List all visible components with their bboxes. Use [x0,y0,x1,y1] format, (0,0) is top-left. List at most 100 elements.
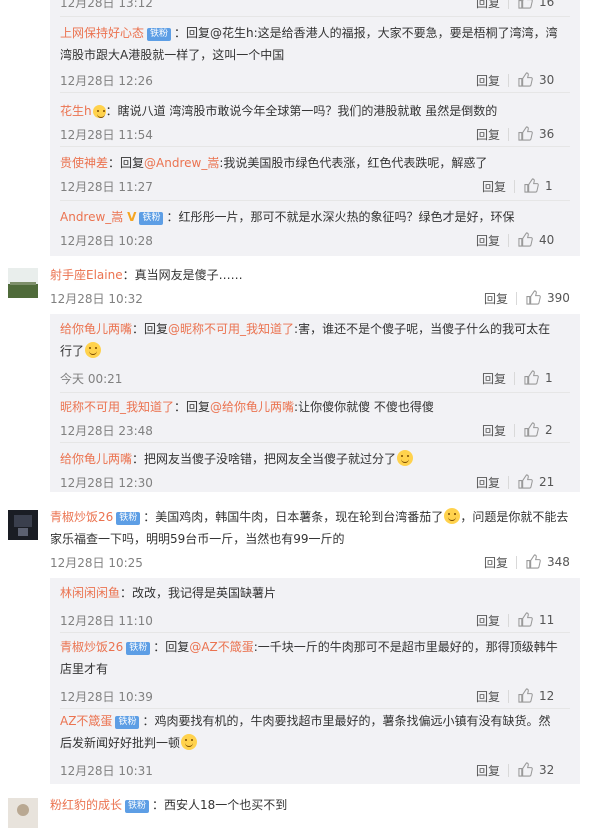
comment-text: 射手座Elaine：真当网友是傻子…… [50,268,243,282]
thumbs-up-icon [526,554,541,569]
fan-badge: 铁粉 [115,716,140,729]
avatar[interactable] [8,510,38,540]
user-link[interactable]: 贵使神差 [60,156,108,170]
like-button[interactable]: 2 [524,422,553,437]
divider [60,200,570,201]
reply-text: 贵使神差：回复@Andrew_嵩:我说美国股市绿色代表涨，红色代表跌呢，解惑了 [60,156,488,170]
avatar[interactable] [8,798,38,828]
action-divider [514,372,515,385]
verified-icon: V [127,210,137,224]
mention-link[interactable]: @Andrew_嵩 [144,156,219,170]
reply-text: 青椒炒饭26 铁粉 ：回复@AZ不箴蛋:一千块一斤的牛肉那可不是超市里最好的，那得顶… [60,640,558,676]
reply-meta: 12月28日 11:10 回复 11 [50,612,580,630]
like-button[interactable]: 16 [518,0,554,9]
action-divider [516,292,517,305]
avatar[interactable] [8,268,38,298]
user-link[interactable]: Andrew_嵩 [60,210,123,224]
like-count: 2 [545,423,553,437]
reply-button[interactable]: 回复 [482,370,506,387]
divider [60,146,570,147]
reply-button[interactable]: 回复 [476,72,500,89]
like-button[interactable]: 390 [526,290,570,305]
user-link[interactable]: 林闲闲闲鱼 [60,586,120,600]
thumbs-up-icon [524,370,539,385]
like-button[interactable]: 40 [518,232,554,247]
reply-time: 12月28日 11:54 [60,128,153,142]
like-button[interactable]: 30 [518,72,554,87]
like-count: 11 [539,613,555,627]
fan-badge: 铁粉 [116,512,141,525]
action-divider [508,234,509,247]
like-button[interactable]: 1 [524,370,553,385]
thumbs-up-icon [518,232,533,247]
reply-time: 12月28日 23:48 [60,424,153,438]
like-button[interactable]: 36 [518,126,554,141]
thumbs-up-icon [518,474,533,489]
reply-button[interactable]: 回复 [476,612,500,629]
like-button[interactable]: 12 [518,688,554,703]
reply-meta: 12月28日 11:54 回复 36 [50,126,580,144]
reply-button[interactable]: 回复 [476,762,500,779]
reply-button[interactable]: 回复 [476,688,500,705]
like-button[interactable]: 32 [518,762,554,777]
reply-meta: 12月28日 13:12 回复 16 [50,0,580,12]
like-count: 16 [539,0,555,9]
action-divider [508,0,509,9]
user-link[interactable]: 青椒炒饭26 [50,510,113,524]
reply-button[interactable]: 回复 [482,422,506,439]
reply-text: 上网保持好心态 铁粉 ：回复@花生h:这是给香港人的福报，大家不要急，要是梧桐了湾湾… [60,26,558,62]
mention-link[interactable]: @昵称不可用_我知道了 [168,322,294,336]
action-divider [508,476,509,489]
reply-time: 12月28日 10:39 [60,690,153,704]
reply-button[interactable]: 回复 [476,126,500,143]
like-count: 348 [547,555,570,569]
like-button[interactable]: 348 [526,554,570,569]
user-link[interactable]: 花生h [60,104,92,118]
mention-link[interactable]: @给你龟儿两嘴 [210,400,294,414]
reply-button[interactable]: 回复 [476,474,500,491]
thumbs-up-icon [518,612,533,627]
like-button[interactable]: 1 [524,178,553,193]
like-count: 32 [539,763,555,777]
reply-button[interactable]: 回复 [476,232,500,249]
reply-text: AZ不箴蛋 铁粉 ：鸡肉要找有机的，牛肉要找超市里最好的，薯条找偏远小镇有没有缺货。… [60,714,551,750]
user-link[interactable]: 青椒炒饭26 [60,640,123,654]
reply-text: Andrew_嵩 V 铁粉 ：红彤彤一片，那可不就是水深火热的象征吗？绿色才是好，环… [60,210,515,225]
user-link[interactable]: AZ不箴蛋 [60,714,112,728]
user-link[interactable]: 上网保持好心态 [60,26,144,40]
reply-button[interactable]: 回复 [484,554,508,571]
reply-meta: 12月28日 12:30 回复 21 [50,474,580,492]
user-link[interactable]: 昵称不可用_我知道了 [60,400,174,414]
thumbs-up-icon [518,126,533,141]
reply-button[interactable]: 回复 [484,290,508,307]
like-count: 40 [539,233,555,247]
reply-meta: 12月28日 12:26 回复 30 [50,72,580,90]
like-count: 36 [539,127,555,141]
reply-button[interactable]: 回复 [482,178,506,195]
like-button[interactable]: 21 [518,474,554,489]
like-count: 1 [545,371,553,385]
mention-link[interactable]: @AZ不箴蛋 [189,640,253,654]
reply-button[interactable]: 回复 [476,0,500,11]
reply-text: 昵称不可用_我知道了：回复@给你龟儿两嘴:让你傻你就傻 不傻也得傻 [60,400,434,414]
comment-time: 12月28日 10:25 [50,556,143,570]
reply-time: 12月28日 10:31 [60,764,153,778]
divider [60,708,570,709]
reply-box-3: 林闲闲闲鱼：改改，我记得是英国缺薯片 12月28日 11:10 回复 11 青椒… [50,578,580,784]
comment-text: 粉红豹的成长 铁粉 ：西安人18一个也买不到 [50,798,288,813]
user-link[interactable]: 给你龟儿两嘴 [60,322,132,336]
user-link[interactable]: 射手座Elaine [50,268,123,282]
action-divider [508,614,509,627]
user-link[interactable]: 给你龟儿两嘴 [60,452,132,466]
fan-badge: 铁粉 [125,800,150,813]
comment-time: 12月28日 10:32 [50,292,143,306]
like-count: 1 [545,179,553,193]
like-button[interactable]: 11 [518,612,554,627]
action-divider [516,556,517,569]
fan-badge: 铁粉 [126,642,151,655]
like-count: 12 [539,689,555,703]
action-divider [508,764,509,777]
reply-box-2: 给你龟儿两嘴：回复@昵称不可用_我知道了:害，谁还不是个傻子呢，当傻子什么的我可… [50,314,580,492]
reply-time: 12月28日 10:28 [60,234,153,248]
emoji-icon [92,105,106,118]
